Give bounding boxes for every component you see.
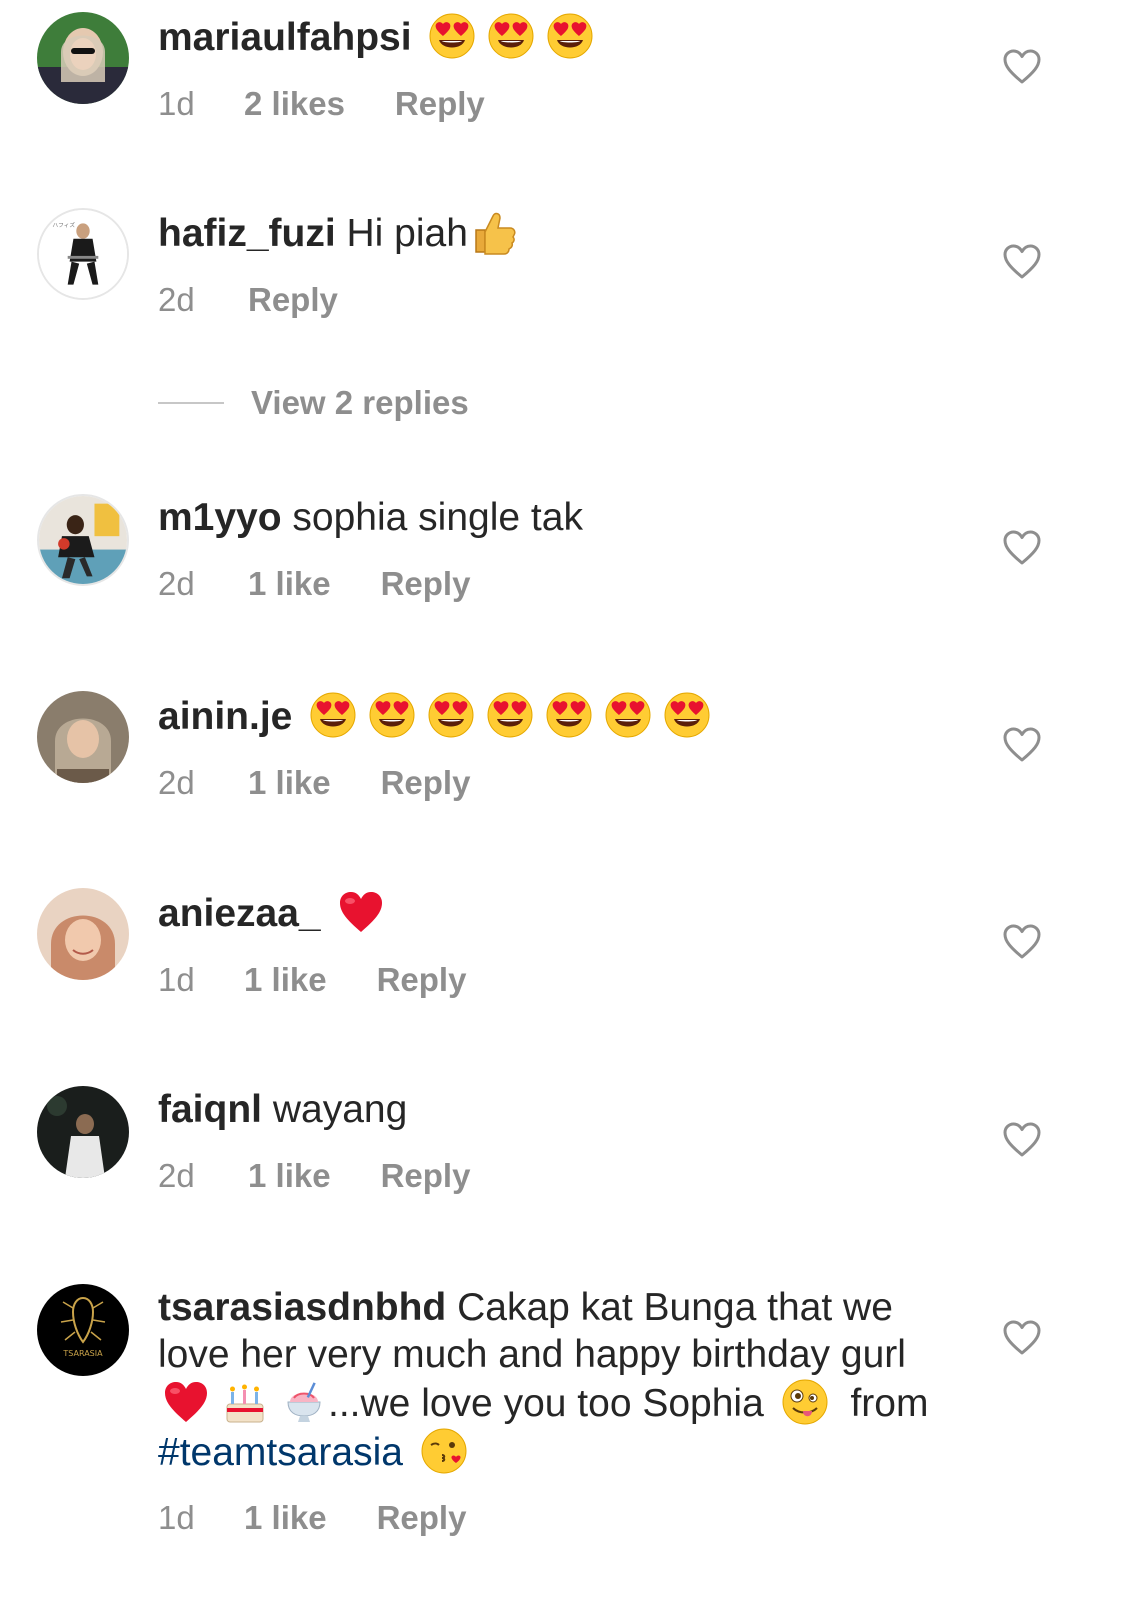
- reply-button[interactable]: Reply: [248, 281, 338, 319]
- username[interactable]: hafiz_fuzi: [158, 212, 336, 255]
- heart-eyes-emoji-icon: [487, 12, 535, 60]
- comment-text: ainin.je: [158, 691, 948, 740]
- like-heart-icon[interactable]: [1003, 49, 1041, 85]
- like-heart-icon[interactable]: [1003, 530, 1041, 566]
- reply-button[interactable]: Reply: [381, 565, 471, 603]
- comment-age: 2d: [158, 281, 195, 318]
- comment-body: ...we love you too Sophia: [328, 1382, 764, 1425]
- comment-age: 1d: [158, 961, 195, 998]
- comment-meta: 1d 2 likes Reply: [158, 84, 948, 124]
- comment-age: 2d: [158, 565, 195, 602]
- avatar[interactable]: TSARASIA: [37, 1284, 129, 1376]
- comment-body: Hi piah: [346, 212, 468, 255]
- divider-line: [158, 402, 224, 404]
- avatar[interactable]: [37, 12, 129, 104]
- comments-list: mariaulfahpsi 1d 2 likes Reply ハフィズ hafi…: [0, 0, 1125, 1597]
- avatar[interactable]: [37, 691, 129, 783]
- shaved-ice-emoji-icon: [280, 1378, 328, 1426]
- reply-button[interactable]: Reply: [395, 85, 485, 123]
- heart-eyes-emoji-icon: [604, 691, 652, 739]
- like-heart-icon[interactable]: [1003, 244, 1041, 280]
- username[interactable]: faiqnl: [158, 1088, 262, 1131]
- red-heart-emoji-icon: [162, 1378, 210, 1426]
- heart-eyes-emoji-icon: [486, 691, 534, 739]
- heart-eyes-emoji-icon: [663, 691, 711, 739]
- likes-count[interactable]: 1 like: [248, 764, 331, 802]
- red-heart-emoji-icon: [337, 888, 385, 936]
- heart-eyes-emoji-icon: [309, 691, 357, 739]
- comment-text: tsarasiasdnbhd Cakap kat Bunga that we l…: [158, 1284, 948, 1476]
- avatar[interactable]: [37, 1086, 129, 1178]
- view-replies-label: View 2 replies: [251, 384, 469, 421]
- like-heart-icon[interactable]: [1003, 727, 1041, 763]
- reply-button[interactable]: Reply: [381, 1157, 471, 1195]
- avatar[interactable]: [37, 494, 129, 586]
- likes-count[interactable]: 1 like: [248, 565, 331, 603]
- zany-face-emoji-icon: [781, 1378, 829, 1426]
- comment-meta: 2d Reply: [158, 280, 948, 320]
- comment-text: hafiz_fuzi Hi piah: [158, 208, 948, 257]
- heart-eyes-emoji-icon: [546, 12, 594, 60]
- username[interactable]: m1yyo: [158, 496, 282, 539]
- view-replies-button[interactable]: View 2 replies: [158, 384, 469, 422]
- comment-meta: 1d 1 like Reply: [158, 960, 948, 1000]
- comment-body: from: [850, 1382, 929, 1425]
- like-heart-icon[interactable]: [1003, 1122, 1041, 1158]
- comment-age: 1d: [158, 1499, 195, 1536]
- heart-eyes-emoji-icon: [545, 691, 593, 739]
- birthday-cake-emoji-icon: [221, 1378, 269, 1426]
- like-heart-icon[interactable]: [1003, 1320, 1041, 1356]
- comment-body: sophia single tak: [292, 496, 583, 539]
- comment-meta: 2d 1 like Reply: [158, 1156, 948, 1196]
- face-blowing-kiss-emoji-icon: [420, 1427, 468, 1475]
- comment-age: 1d: [158, 85, 195, 122]
- comment-text: m1yyo sophia single tak: [158, 494, 948, 541]
- heart-eyes-emoji-icon: [428, 12, 476, 60]
- likes-count[interactable]: 2 likes: [244, 85, 345, 123]
- username[interactable]: tsarasiasdnbhd: [158, 1286, 446, 1329]
- reply-button[interactable]: Reply: [377, 1499, 467, 1537]
- heart-eyes-emoji-icon: [427, 691, 475, 739]
- likes-count[interactable]: 1 like: [244, 1499, 327, 1537]
- avatar[interactable]: ハフィズ: [37, 208, 129, 300]
- avatar[interactable]: [37, 888, 129, 980]
- comment-meta: 2d 1 like Reply: [158, 564, 948, 604]
- comment-age: 2d: [158, 1157, 195, 1194]
- username[interactable]: aniezaa_: [158, 892, 321, 935]
- reply-button[interactable]: Reply: [381, 764, 471, 802]
- comment-meta: 2d 1 like Reply: [158, 763, 948, 803]
- heart-eyes-emoji-icon: [368, 691, 416, 739]
- comment-text: aniezaa_: [158, 888, 948, 937]
- comment-text: faiqnl wayang: [158, 1086, 948, 1133]
- username[interactable]: mariaulfahpsi: [158, 16, 412, 59]
- likes-count[interactable]: 1 like: [244, 961, 327, 999]
- hashtag-link[interactable]: #teamtsarasia: [158, 1431, 403, 1474]
- thumbs-up-emoji-icon: [470, 208, 518, 256]
- svg-text:TSARASIA: TSARASIA: [62, 1349, 103, 1358]
- svg-text:ハフィズ: ハフィズ: [52, 221, 75, 229]
- username[interactable]: ainin.je: [158, 695, 292, 738]
- likes-count[interactable]: 1 like: [248, 1157, 331, 1195]
- comment-meta: 1d 1 like Reply: [158, 1498, 948, 1538]
- comment-age: 2d: [158, 764, 195, 801]
- reply-button[interactable]: Reply: [377, 961, 467, 999]
- comment-text: mariaulfahpsi: [158, 12, 948, 61]
- like-heart-icon[interactable]: [1003, 924, 1041, 960]
- comment-body: wayang: [272, 1088, 408, 1131]
